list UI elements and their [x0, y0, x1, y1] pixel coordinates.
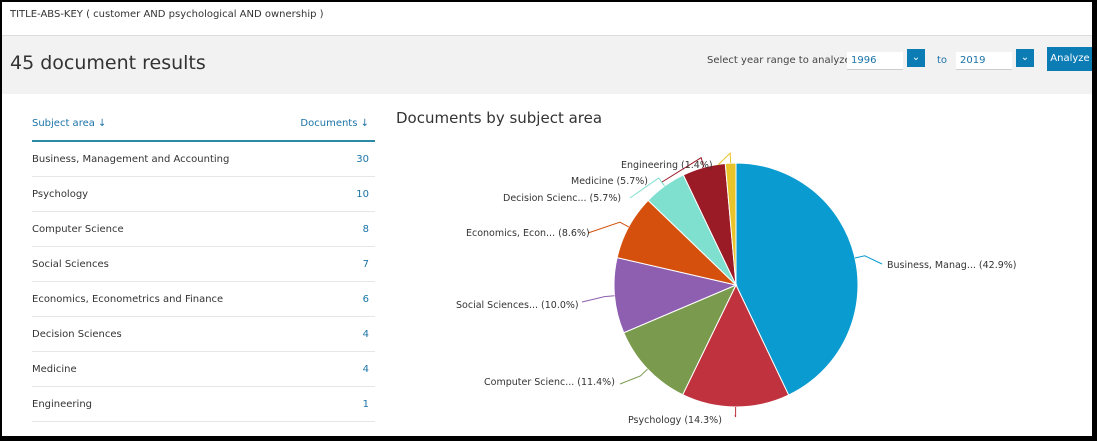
pie-slice-label: Business, Manag... (42.9%)	[887, 260, 1017, 271]
pie-slice-label: Decision Scienc... (5.7%)	[503, 193, 621, 204]
pie-leader-line	[854, 255, 883, 265]
pie-leader-line	[587, 221, 629, 234]
pie-slice-label: Computer Scienc... (11.4%)	[484, 377, 615, 388]
pie-slice-label: Medicine (5.7%)	[571, 176, 648, 187]
pie-slice-label: Economics, Econ... (8.6%)	[466, 228, 590, 239]
pie-slice-label: Social Sciences... (10.0%)	[456, 300, 579, 311]
pie-slice-label: Psychology (14.3%)	[628, 415, 722, 426]
pie-leader-line	[619, 368, 648, 385]
pie-leader-line	[581, 295, 615, 303]
pie-chart: Business, Manag... (42.9%) Psychology (14…	[456, 151, 1017, 426]
pie-leader-line	[734, 406, 737, 418]
pie-slice-label: Engineering (1.4%)	[621, 160, 713, 171]
analysis-panel: TITLE-ABS-KEY ( customer AND psychologic…	[0, 0, 1094, 438]
